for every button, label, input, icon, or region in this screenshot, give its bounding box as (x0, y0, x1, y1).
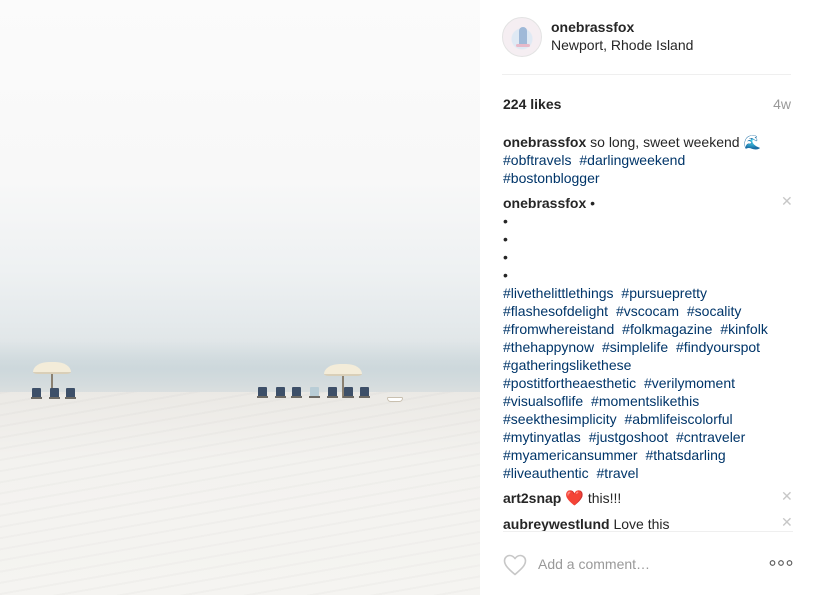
hashtag-link[interactable]: #pursuepretty (621, 285, 707, 301)
comment-author[interactable]: aubreywestlund (503, 516, 610, 531)
comment-author[interactable]: art2snap (503, 490, 561, 506)
comments-list[interactable]: onebrassfox so long, sweet weekend 🌊 #ob… (503, 133, 793, 531)
caption-author[interactable]: onebrassfox (503, 134, 586, 150)
beach-chair (275, 387, 286, 398)
hashtag-link[interactable]: #liveauthentic (503, 465, 589, 481)
post-footer (503, 531, 793, 595)
hashtag-link[interactable]: #simplelife (602, 339, 668, 355)
caption-text: so long, sweet weekend (590, 134, 740, 150)
hashtag-link[interactable]: #seekthesimplicity (503, 411, 617, 427)
beach-chair (309, 387, 320, 398)
hashtag-link[interactable]: #folkmagazine (622, 321, 712, 337)
add-comment-input[interactable] (538, 554, 748, 574)
delete-comment-icon[interactable]: ✕ (781, 194, 793, 208)
post-username[interactable]: onebrassfox (551, 19, 634, 35)
hashtag-link[interactable]: #findyourspot (676, 339, 760, 355)
beach-chair (49, 388, 60, 399)
post-details-panel: onebrassfox Newport, Rhode Island 224 li… (480, 0, 813, 595)
hashtag-link[interactable]: #fromwhereistand (503, 321, 614, 337)
comment-hashtags: #livethelittlethings #pursuepretty #flas… (503, 284, 773, 482)
small-boat (387, 397, 403, 402)
hashtag-link[interactable]: #obftravels (503, 152, 571, 168)
comment-item: onebrassfox • • • • • #livethelittlethings … (503, 194, 793, 482)
hashtag-link[interactable]: #visualsoflife (503, 393, 583, 409)
beach-chair (257, 387, 268, 398)
beach-chair (359, 387, 370, 398)
beach-chair (65, 388, 76, 399)
hashtag-link[interactable]: #postitfortheaesthetic (503, 375, 636, 391)
comment-text: Love this (613, 516, 670, 531)
hashtag-link[interactable]: #abmlifeiscolorful (625, 411, 733, 427)
likes-row: 224 likes 4w (503, 96, 791, 114)
post-location[interactable]: Newport, Rhode Island (551, 37, 693, 53)
bullet-line: • (503, 231, 508, 247)
hashtag-link[interactable]: #justgoshoot (589, 429, 668, 445)
photo-sea (0, 340, 480, 392)
likes-count[interactable]: 224 likes (503, 96, 561, 112)
beach-chair (31, 388, 42, 399)
beach-chair (291, 387, 302, 398)
photo-sand (0, 392, 480, 595)
hashtag-link[interactable]: #vscocam (616, 303, 679, 319)
hashtag-link[interactable]: #darlingweekend (579, 152, 685, 168)
delete-comment-icon[interactable]: ✕ (781, 489, 793, 503)
hashtag-link[interactable]: #mytinyatlas (503, 429, 581, 445)
caption-hashtags: #obftravels #darlingweekend #bostonblogg… (503, 151, 773, 187)
delete-comment-icon[interactable]: ✕ (781, 515, 793, 529)
wave-emoji-icon: 🌊 (743, 134, 761, 150)
post-header: onebrassfox Newport, Rhode Island (502, 17, 791, 75)
hashtag-link[interactable]: #kinfolk (720, 321, 767, 337)
hashtag-link[interactable]: #myamericansummer (503, 447, 638, 463)
hashtag-link[interactable]: #momentslikethis (591, 393, 699, 409)
comment-item: aubreywestlund Love this ✕ (503, 515, 793, 531)
comment-item: art2snap ❤️ this!!! ✕ (503, 489, 793, 508)
post-photo[interactable] (0, 0, 480, 595)
hashtag-link[interactable]: #flashesofdelight (503, 303, 608, 319)
hashtag-link[interactable]: #gatheringslikethese (503, 357, 631, 373)
comment-text: this!!! (587, 490, 622, 506)
hashtag-link[interactable]: #socality (687, 303, 741, 319)
caption: onebrassfox so long, sweet weekend 🌊 #ob… (503, 133, 793, 187)
avatar[interactable] (502, 17, 542, 57)
comment-bullets: • • • • (503, 212, 773, 284)
beach-chair (343, 387, 354, 398)
hashtag-link[interactable]: #thehappynow (503, 339, 594, 355)
hashtag-link[interactable]: #cntraveler (676, 429, 745, 445)
hashtag-link[interactable]: #livethelittlethings (503, 285, 614, 301)
hashtag-link[interactable]: #travel (597, 465, 639, 481)
comment-author[interactable]: onebrassfox (503, 195, 586, 211)
bullet-line: • (503, 249, 508, 265)
beach-chair (327, 387, 338, 398)
hashtag-link[interactable]: #bostonblogger (503, 170, 600, 186)
hashtag-link[interactable]: #thatsdarling (645, 447, 725, 463)
post-age[interactable]: 4w (773, 96, 791, 112)
bullet-line: • (503, 267, 508, 283)
ellipsis-icon[interactable] (769, 558, 793, 568)
hashtag-link[interactable]: #verilymoment (644, 375, 735, 391)
red-heart-emoji-icon: ❤️ (565, 490, 584, 507)
comment-first-line: • (590, 195, 596, 211)
bullet-line: • (503, 213, 508, 229)
heart-outline-icon[interactable] (503, 554, 527, 576)
